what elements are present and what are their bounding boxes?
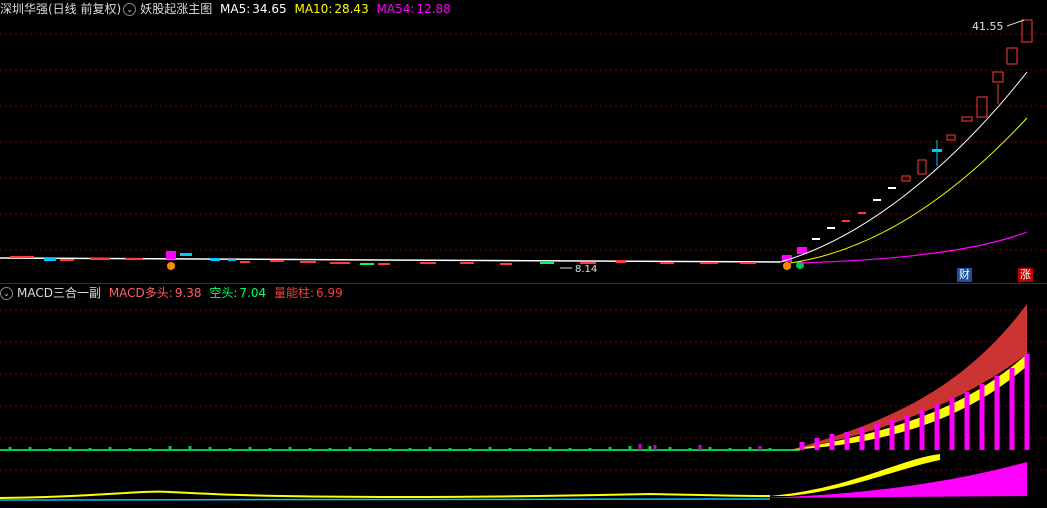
candle xyxy=(976,96,988,118)
main-chart-panel[interactable]: 深圳华强(日线 前复权) ⌄ 妖股起涨主图 MA5: 34.65 MA10: 28.43… xyxy=(0,0,1047,284)
candle xyxy=(946,134,956,141)
candle xyxy=(827,227,835,229)
candle xyxy=(700,262,718,264)
candle xyxy=(420,262,436,264)
ma54-line xyxy=(799,231,1028,264)
candle xyxy=(10,256,34,258)
candle xyxy=(44,258,56,261)
price-grid xyxy=(0,33,1047,251)
candle xyxy=(992,71,1004,83)
high-arrow-icon xyxy=(1006,19,1025,27)
volume-label: 量能柱: xyxy=(273,286,315,300)
main-chart-header: 深圳华强(日线 前复权) ⌄ 妖股起涨主图 MA5: 34.65 MA10: 28.43… xyxy=(0,0,455,18)
low-price-label: 8.14 xyxy=(575,264,597,275)
signal-dot xyxy=(167,262,175,270)
candle xyxy=(917,159,927,175)
high-price-label: 41.55 xyxy=(972,20,1004,33)
candle xyxy=(270,260,284,262)
stock-title[interactable]: 深圳华强(日线 前复权) xyxy=(0,2,121,16)
macd-bull-label: MACD多头: xyxy=(108,286,173,300)
candle xyxy=(210,258,220,261)
macd-indicator-name[interactable]: MACD三合一副 xyxy=(17,286,101,300)
indicator-name[interactable]: 妖股起涨主图 xyxy=(140,2,212,16)
bear-value: 7.04 xyxy=(239,286,267,300)
ma10-label: MA10: xyxy=(294,2,333,16)
candle xyxy=(740,262,756,264)
ma54-value: 12.88 xyxy=(416,2,451,16)
candle xyxy=(842,220,850,222)
macd-bull-value: 9.38 xyxy=(174,286,202,300)
ma10-value: 28.43 xyxy=(334,2,369,16)
candle xyxy=(360,263,374,265)
candle xyxy=(180,253,192,256)
signal-dot xyxy=(783,262,791,270)
candle xyxy=(330,262,350,264)
candle xyxy=(540,262,554,264)
price-chart-canvas[interactable]: 41.55 8.14 xyxy=(0,0,1047,284)
candle xyxy=(660,262,674,264)
candle xyxy=(873,199,881,201)
candle xyxy=(500,263,512,265)
bear-label: 空头: xyxy=(209,286,238,300)
candle xyxy=(228,259,236,261)
signal-marker xyxy=(166,251,176,259)
candle xyxy=(932,149,942,152)
candle xyxy=(60,259,74,261)
candle xyxy=(300,261,316,263)
candle xyxy=(240,261,250,263)
ma5-line xyxy=(779,71,1028,263)
rally-candles xyxy=(812,19,1033,240)
candle xyxy=(616,260,626,263)
candle xyxy=(1021,19,1033,43)
volume-value: 6.99 xyxy=(316,286,343,300)
dea-line xyxy=(0,498,771,501)
macd-chart-canvas[interactable] xyxy=(0,284,1047,508)
finance-badge[interactable]: 财 xyxy=(957,268,972,282)
dropdown-chevron-icon[interactable]: ⌄ xyxy=(0,287,13,300)
ma5-value: 34.65 xyxy=(252,2,287,16)
candle xyxy=(378,263,390,265)
macd-panel[interactable]: ⌄ MACD三合一副 MACD多头: 9.38 空头: 7.04 量能柱: 6.99 xyxy=(0,284,1047,508)
candle xyxy=(90,258,110,260)
candle xyxy=(961,116,973,122)
candle xyxy=(858,212,866,214)
ma5-label: MA5: xyxy=(220,2,251,16)
candle xyxy=(125,258,143,260)
candle xyxy=(460,262,474,264)
candle xyxy=(1006,47,1018,65)
signal-marker xyxy=(797,247,807,254)
macd-histogram-base xyxy=(0,444,800,451)
dropdown-chevron-icon[interactable]: ⌄ xyxy=(123,3,137,16)
candle xyxy=(888,187,896,189)
rise-badge[interactable]: 涨 xyxy=(1018,268,1033,282)
macd-header: ⌄ MACD三合一副 MACD多头: 9.38 空头: 7.04 量能柱: 6.99 xyxy=(0,284,347,302)
ma10-line xyxy=(789,117,1028,264)
ma54-label: MA54: xyxy=(376,2,415,16)
dif-line xyxy=(0,490,771,499)
flat-price-line xyxy=(0,257,781,263)
candle xyxy=(812,238,820,240)
